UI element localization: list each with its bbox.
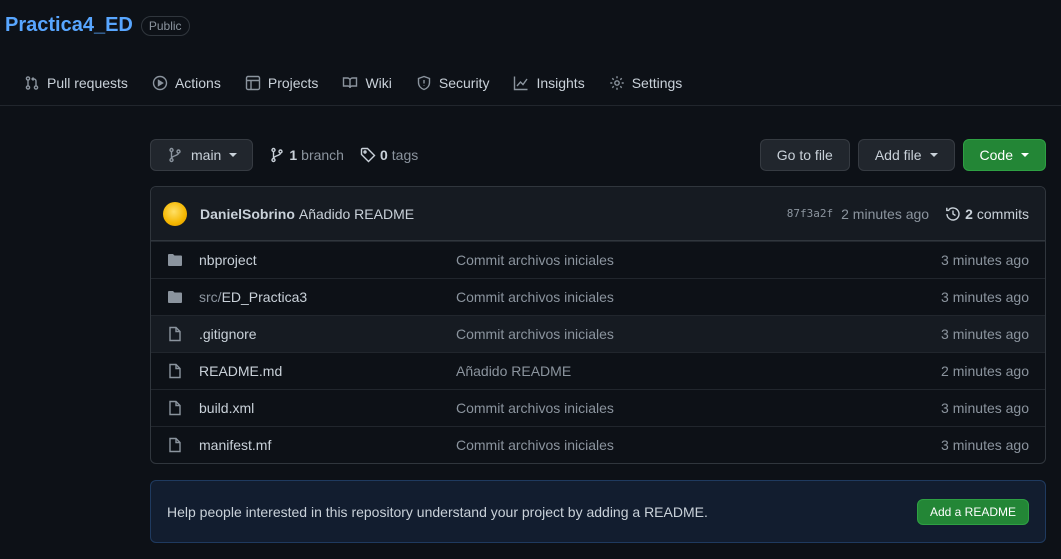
branch-icon <box>169 147 181 162</box>
file-name-link[interactable]: .gitignore <box>199 326 456 342</box>
tab-wiki[interactable]: Wiki <box>334 61 399 105</box>
commit-meta: 87f3a2f 2 minutes ago 2 commits <box>787 206 1029 222</box>
toolbar-actions: Go to file Add file Code <box>759 138 1046 171</box>
history-icon <box>946 206 960 221</box>
file-age: 3 minutes ago <box>941 437 1029 453</box>
branches-label: branch <box>301 146 344 163</box>
file-browser: DanielSobrino Añadido README 87f3a2f 2 m… <box>150 186 1046 464</box>
file-age: 3 minutes ago <box>941 400 1029 416</box>
file-commit-message[interactable]: Commit archivos iniciales <box>456 326 941 342</box>
file-name: build.xml <box>199 400 255 416</box>
tab-label: Wiki <box>365 74 392 91</box>
commit-message-link[interactable]: Añadido README <box>299 206 414 222</box>
book-icon <box>343 76 358 88</box>
tab-label: Security <box>438 74 490 91</box>
commits-count: 2 <box>965 205 973 222</box>
tab-security[interactable]: Security <box>408 61 498 105</box>
readme-banner-text: Help people interested in this repositor… <box>167 503 708 520</box>
file-row[interactable]: manifest.mf Commit archivos iniciales 3 … <box>151 426 1045 463</box>
code-label: Code <box>979 146 1013 163</box>
visibility-badge: Public <box>140 15 190 36</box>
file-path-prefix: src/ <box>199 289 222 305</box>
file-age: 3 minutes ago <box>941 252 1029 268</box>
file-name: .gitignore <box>199 326 257 342</box>
tags-count: 0 <box>379 146 388 163</box>
file-name: manifest.mf <box>199 437 272 453</box>
file-row[interactable]: nbproject Commit archivos iniciales 3 mi… <box>151 241 1045 278</box>
file-commit-message[interactable]: Commit archivos iniciales <box>456 400 941 416</box>
file-name: nbproject <box>199 252 257 268</box>
commit-sha-link[interactable]: 87f3a2f <box>787 207 833 220</box>
tab-label: Settings <box>631 74 683 91</box>
tab-projects[interactable]: Projects <box>237 61 327 105</box>
file-name-link[interactable]: README.md <box>199 363 456 379</box>
folder-icon <box>167 289 183 305</box>
tab-label: Projects <box>267 74 319 91</box>
branches-link[interactable]: 1 branch <box>269 147 344 163</box>
file-name-link[interactable]: src/ED_Practica3 <box>199 289 456 305</box>
commit-time: 2 minutes ago <box>841 205 930 222</box>
chevron-down-icon <box>1021 152 1029 157</box>
file-commit-message[interactable]: Commit archivos iniciales <box>456 437 941 453</box>
file-name-link[interactable]: build.xml <box>199 400 456 416</box>
gear-icon <box>610 75 624 90</box>
tag-icon <box>360 147 376 162</box>
file-icon <box>167 400 183 416</box>
file-commit-message[interactable]: Commit archivos iniciales <box>456 252 941 268</box>
commits-history-link[interactable]: 2 commits <box>945 206 1029 222</box>
branches-count: 1 <box>289 146 298 163</box>
tab-actions[interactable]: Actions <box>144 61 229 105</box>
file-name-link[interactable]: nbproject <box>199 252 456 268</box>
add-file-label: Add file <box>874 146 922 163</box>
avatar[interactable] <box>163 201 187 226</box>
repo-header: Practica4_ED Public <box>5 14 190 37</box>
file-name: README.md <box>199 363 283 379</box>
tab-settings[interactable]: Settings <box>601 61 691 105</box>
chevron-down-icon <box>229 152 238 157</box>
tab-label: Insights <box>536 74 585 91</box>
add-file-button[interactable]: Add file <box>857 138 955 171</box>
tags-label: tags <box>391 146 419 163</box>
readme-banner: Help people interested in this repositor… <box>150 480 1046 543</box>
code-button[interactable]: Code <box>962 138 1046 171</box>
file-row[interactable]: build.xml Commit archivos iniciales 3 mi… <box>151 389 1045 426</box>
branch-icon <box>271 147 284 162</box>
file-row[interactable]: README.md Añadido README 2 minutes ago <box>151 352 1045 389</box>
tab-label: Pull requests <box>47 74 128 91</box>
table-icon <box>245 75 261 90</box>
file-icon <box>167 363 183 379</box>
branch-name: main <box>191 146 222 163</box>
tab-insights[interactable]: Insights <box>505 61 592 105</box>
file-commit-message[interactable]: Añadido README <box>456 363 941 379</box>
file-commit-message[interactable]: Commit archivos iniciales <box>456 289 941 305</box>
branch-select-button[interactable]: main <box>150 138 254 171</box>
file-row[interactable]: .gitignore Commit archivos iniciales 3 m… <box>151 315 1045 352</box>
play-icon <box>152 75 168 90</box>
go-to-file-button[interactable]: Go to file <box>759 138 850 171</box>
pull-request-icon <box>25 75 39 90</box>
file-name-link[interactable]: manifest.mf <box>199 437 456 453</box>
tab-pull-requests[interactable]: Pull requests <box>16 61 136 105</box>
add-readme-button[interactable]: Add a README <box>916 498 1029 525</box>
file-age: 3 minutes ago <box>941 326 1029 342</box>
file-name: ED_Practica3 <box>221 289 308 305</box>
tab-label: Actions <box>174 74 221 91</box>
chevron-down-icon <box>929 152 938 157</box>
file-age: 3 minutes ago <box>941 289 1029 305</box>
repo-name-link[interactable]: Practica4_ED <box>5 14 133 37</box>
file-row[interactable]: src/ED_Practica3 Commit archivos inicial… <box>151 278 1045 315</box>
file-icon <box>167 326 183 342</box>
latest-commit: DanielSobrino Añadido README 87f3a2f 2 m… <box>151 187 1045 241</box>
commits-label: commits <box>976 205 1029 222</box>
file-icon <box>167 437 183 453</box>
shield-icon <box>417 75 431 90</box>
repo-toolbar: main 1 branch 0 tags Go to file Add file… <box>150 138 1046 171</box>
commit-author-link[interactable]: DanielSobrino <box>200 206 295 222</box>
folder-icon <box>167 252 183 268</box>
repo-nav: Pull requests Actions Projects Wiki Secu… <box>0 60 1061 106</box>
graph-icon <box>514 76 529 90</box>
file-age: 2 minutes ago <box>941 363 1029 379</box>
tags-link[interactable]: 0 tags <box>360 147 418 163</box>
